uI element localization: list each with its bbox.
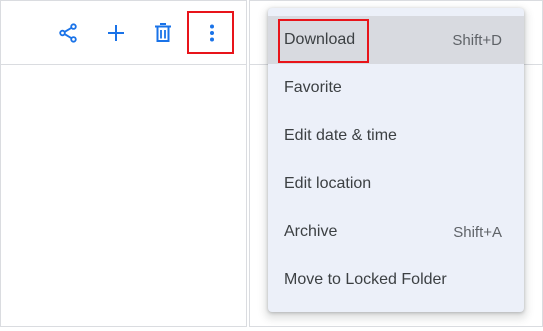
add-icon: [108, 25, 124, 41]
menu-item-archive[interactable]: Archive Shift+A: [268, 208, 524, 256]
menu-item-download[interactable]: Download Shift+D: [268, 16, 524, 64]
menu-item-label: Download: [284, 31, 356, 48]
delete-button[interactable]: [151, 19, 175, 47]
photo-toolbar: [1, 1, 246, 65]
more-options-menu: Download Shift+D Favorite Edit date & ti…: [268, 8, 524, 312]
menu-item-label: Favorite: [284, 79, 342, 96]
add-button[interactable]: [104, 19, 128, 47]
share-icon: [59, 23, 77, 43]
menu-item-edit-date-time[interactable]: Edit date & time: [268, 112, 524, 160]
menu-item-favorite[interactable]: Favorite: [268, 64, 524, 112]
menu-item-edit-location[interactable]: Edit location: [268, 160, 524, 208]
more-vert-icon: [210, 24, 214, 42]
share-button[interactable]: [56, 19, 80, 47]
more-options-button[interactable]: [200, 19, 224, 47]
menu-item-shortcut: Shift+D: [452, 31, 502, 49]
menu-item-move-to-locked-folder[interactable]: Move to Locked Folder: [268, 256, 524, 304]
menu-item-label: Move to Locked Folder: [284, 271, 447, 288]
menu-item-label: Archive: [284, 223, 338, 240]
menu-item-label: Edit date & time: [284, 127, 397, 144]
menu-item-label: Edit location: [284, 175, 372, 192]
delete-icon: [155, 23, 171, 42]
left-panel: [0, 0, 247, 327]
menu-item-shortcut: Shift+A: [453, 223, 502, 241]
